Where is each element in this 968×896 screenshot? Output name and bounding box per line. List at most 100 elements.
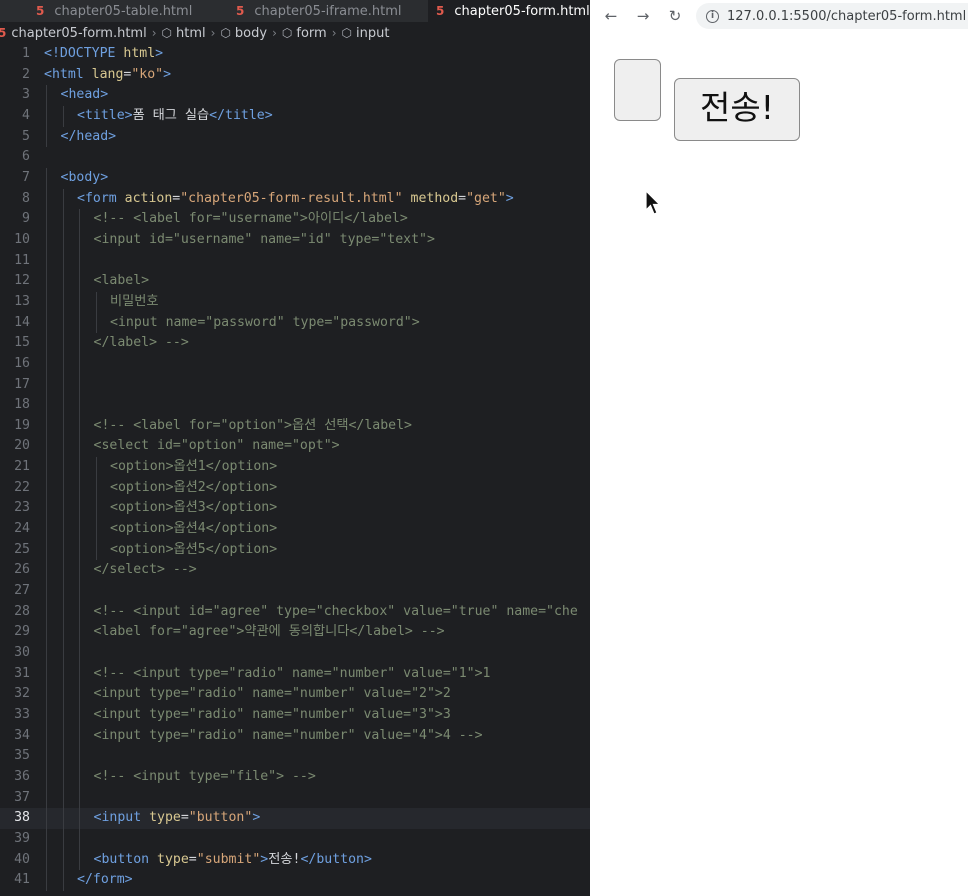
back-arrow-icon[interactable]: ←	[600, 5, 622, 27]
line-number: 10	[14, 231, 30, 247]
code-line[interactable]: 30	[0, 643, 590, 664]
code-line[interactable]: 28 <!-- <input id="agree" type="checkbox"…	[0, 601, 590, 623]
code-token: <!-- <input type="radio" name="number" v…	[93, 665, 491, 681]
code-line[interactable]: 29 <label for="agree">약관에 동의합니다</label> -…	[0, 622, 590, 644]
line-number: 14	[14, 314, 30, 330]
code-area[interactable]: 1 <!DOCTYPE html> 2 <html lang="ko"> 3 <head>…	[0, 44, 590, 891]
code-line[interactable]: 24 <option>옵션4</option>	[0, 519, 590, 540]
code-line[interactable]: 32 <input type="radio" name="number" valu…	[0, 684, 590, 705]
indent-guide	[46, 333, 47, 354]
line-number: 40	[14, 851, 30, 867]
indent-guide	[79, 622, 80, 644]
code-line[interactable]: 7 <body>	[0, 167, 590, 189]
tab-chapter05-iframe[interactable]: 5 chapter05-iframe.html	[228, 0, 428, 22]
code-line[interactable]: 10 <input id="username" name="id" type="t…	[0, 229, 590, 251]
code-editor[interactable]: 5 chapter05-table.html 5 chapter05-ifram…	[0, 0, 590, 896]
code-line[interactable]: 27	[0, 581, 590, 602]
code-line[interactable]: 12 <label>	[0, 271, 590, 292]
line-number: 8	[22, 190, 30, 206]
code-line[interactable]: 15 </label> -->	[0, 333, 590, 354]
chevron-right-icon: ›	[331, 26, 337, 40]
indent-guide	[62, 374, 64, 396]
code-text: <option>옵션3</option>	[110, 498, 277, 519]
indent-guide	[62, 291, 64, 313]
info-icon[interactable]: i	[706, 9, 719, 23]
code-line[interactable]: 40 <button type="submit">전송!</button>	[0, 849, 590, 871]
code-line[interactable]: 20 <select id="option" name="opt">	[0, 436, 590, 458]
code-token: <!-- <input type="file"> -->	[93, 768, 316, 784]
indent-guide	[62, 519, 64, 540]
chevron-right-icon: ›	[210, 26, 216, 40]
code-line[interactable]: 25 <option>옵션5</option>	[0, 539, 590, 561]
address-bar[interactable]: i 127.0.0.1:5500/chapter05-form.html	[696, 3, 968, 29]
code-line[interactable]: 5 </head>	[0, 126, 590, 148]
code-line[interactable]: 8 <form action = "chapter05-form-result.htm…	[0, 188, 590, 210]
code-line[interactable]: 4 <title>폼 태그 실습</title>	[0, 105, 590, 127]
code-line[interactable]: 2 <html lang="ko">	[0, 65, 590, 86]
code-line[interactable]: 1 <!DOCTYPE html>	[0, 44, 590, 65]
code-token: =	[180, 810, 189, 826]
code-line[interactable]: 11	[0, 250, 590, 272]
code-line[interactable]: 41 </form>	[0, 870, 590, 891]
code-token: <input type="radio" name="number" value=…	[93, 686, 451, 702]
code-line[interactable]: 31 <!-- <input type="radio" name="number"…	[0, 663, 590, 685]
indent-guide	[79, 828, 80, 850]
indent-guide	[46, 643, 47, 664]
code-line[interactable]: 33 <input type="radio" name="number" valu…	[0, 705, 590, 726]
indent-guide	[62, 415, 64, 437]
code-line[interactable]: 23 <option>옵션3</option>	[0, 498, 590, 520]
indent-guide	[62, 188, 64, 210]
code-token: </head>	[60, 128, 117, 144]
breadcrumb-file[interactable]: chapter05-form.html	[11, 26, 146, 41]
code-line[interactable]: 18	[0, 395, 590, 416]
code-line[interactable]: 21 <option>옵션1</option>	[0, 457, 590, 478]
code-line[interactable]: 34 <input type="radio" name="number" valu…	[0, 725, 590, 747]
code-text: <title>폼 태그 실습</title>	[77, 106, 273, 127]
code-line[interactable]: 36 <!-- <input type="file"> -->	[0, 766, 590, 788]
code-text: <button type="submit">전송!</button>	[94, 850, 372, 871]
tab-chapter05-table[interactable]: 5 chapter05-table.html	[28, 0, 228, 22]
reload-icon[interactable]: ↻	[664, 5, 686, 27]
breadcrumb-body[interactable]: body	[235, 26, 267, 41]
code-line[interactable]: 39	[0, 828, 590, 850]
line-number: 32	[14, 686, 30, 702]
browser-toolbar: ← → ↻ i 127.0.0.1:5500/chapter05-form.ht…	[590, 0, 968, 32]
code-line[interactable]: 16	[0, 353, 590, 375]
line-number: 3	[22, 87, 30, 103]
indent-guide	[46, 271, 47, 292]
indent-guide	[79, 581, 80, 602]
line-number: 24	[14, 521, 30, 537]
code-line[interactable]: 19 <!-- <label for="option">옵션 선택</label>	[0, 415, 590, 437]
submit-button[interactable]: 전송!	[674, 78, 800, 141]
code-line[interactable]: 26 </select> -->	[0, 560, 590, 582]
breadcrumb-form[interactable]: form	[296, 26, 326, 41]
code-token: <!-- <input id="agree" type="checkbox" v…	[93, 603, 578, 619]
forward-arrow-icon[interactable]: →	[632, 5, 654, 27]
code-line[interactable]: 3 <head>	[0, 85, 590, 106]
code-line[interactable]: 35	[0, 746, 590, 767]
code-text: </select> -->	[94, 560, 197, 581]
code-line[interactable]: 17	[0, 374, 590, 396]
input-type-button[interactable]	[614, 59, 661, 121]
page-viewport: 전송!	[590, 32, 968, 896]
code-token: <!-- <label for="option">옵션 선택</label>	[93, 417, 412, 433]
code-line[interactable]: 6	[0, 147, 590, 168]
line-number: 12	[14, 273, 30, 289]
code-line[interactable]: 9 <!-- <label for="username">아이디</label>	[0, 209, 590, 230]
indent-guide	[95, 498, 97, 520]
indent-guide	[79, 250, 80, 272]
breadcrumb-input[interactable]: input	[356, 26, 389, 41]
indent-guide	[62, 395, 64, 416]
indent-guide	[46, 105, 47, 127]
code-line[interactable]: 14 <input name="password" type="password"…	[0, 312, 590, 334]
code-line[interactable]: 22 <option>옵션2</option>	[0, 477, 590, 499]
indent-guide	[46, 539, 47, 561]
indent-guide	[46, 188, 47, 210]
breadcrumb-html[interactable]: html	[176, 26, 206, 41]
code-line[interactable]: 37	[0, 787, 590, 809]
code-line[interactable]: 13 비밀번호	[0, 291, 590, 313]
tab-chapter05-form[interactable]: 5 chapter05-form.html	[428, 0, 590, 22]
code-line[interactable]: 38 <input type="button">	[0, 808, 590, 829]
line-number: 20	[14, 438, 30, 454]
code-token: >	[163, 66, 172, 82]
